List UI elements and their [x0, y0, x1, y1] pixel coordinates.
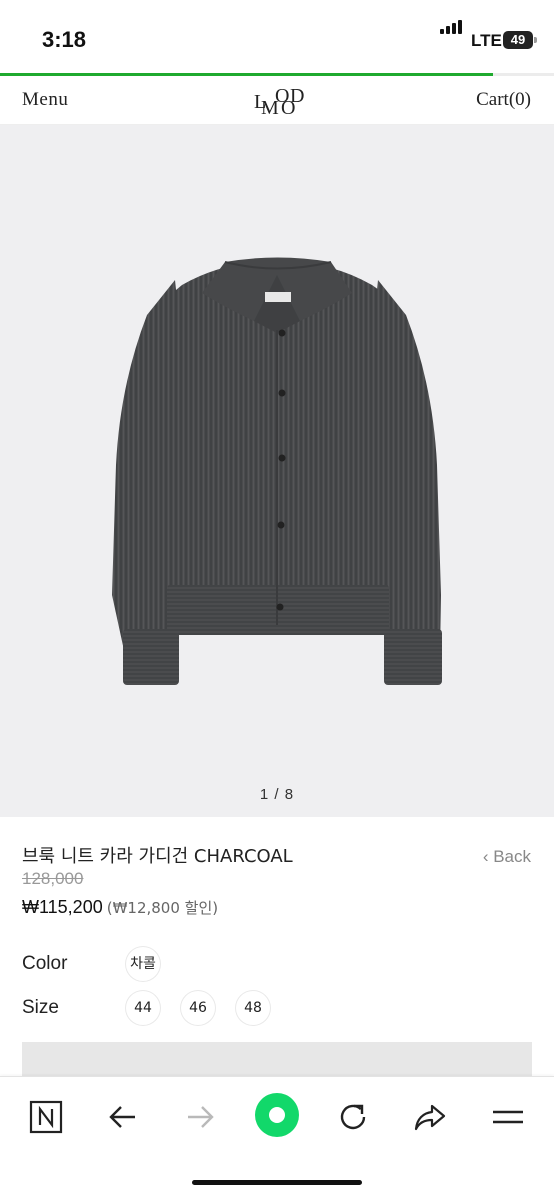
size-label: Size: [22, 997, 59, 1018]
color-label: Color: [22, 953, 68, 974]
menu-button[interactable]: Menu: [22, 89, 68, 111]
original-price: 128,000: [22, 869, 84, 888]
status-time: 3:18: [42, 27, 87, 52]
color-option[interactable]: 차콜: [126, 947, 160, 981]
size-option[interactable]: 44: [126, 991, 160, 1025]
gallery-pager: 1 / 8: [259, 786, 295, 803]
status-bar: 3:18 LTE 49: [0, 0, 554, 74]
sale-price: ₩115,200: [22, 897, 103, 917]
discount-amount: (₩12,800 할인): [106, 899, 219, 917]
back-arrow-icon[interactable]: [101, 1095, 145, 1139]
menu-icon[interactable]: [486, 1095, 530, 1139]
site-header: Menu L O D M O Cart(0): [0, 76, 554, 125]
share-icon[interactable]: [408, 1095, 452, 1139]
back-link[interactable]: ‹ Back: [483, 847, 531, 867]
size-option[interactable]: 48: [236, 991, 270, 1025]
home-indicator: [192, 1180, 362, 1185]
product-gallery[interactable]: 1 / 8: [0, 125, 554, 817]
cart-link[interactable]: Cart(0): [476, 89, 531, 111]
network-type: LTE: [471, 31, 502, 50]
battery-icon: 49: [503, 31, 533, 49]
reload-icon[interactable]: [331, 1095, 375, 1139]
forward-arrow-icon[interactable]: [178, 1095, 222, 1139]
battery-tip: [534, 37, 537, 43]
naver-n-icon[interactable]: [24, 1095, 68, 1139]
product-image: [112, 257, 442, 685]
site-logo[interactable]: L O D M O: [254, 80, 318, 120]
size-option[interactable]: 46: [181, 991, 215, 1025]
green-home-icon[interactable]: [253, 1091, 301, 1139]
sale-price-row: ₩115,200 (₩12,800 할인): [22, 897, 218, 918]
product-name: 브룩 니트 카라 가디건 CHARCOAL: [22, 846, 293, 867]
